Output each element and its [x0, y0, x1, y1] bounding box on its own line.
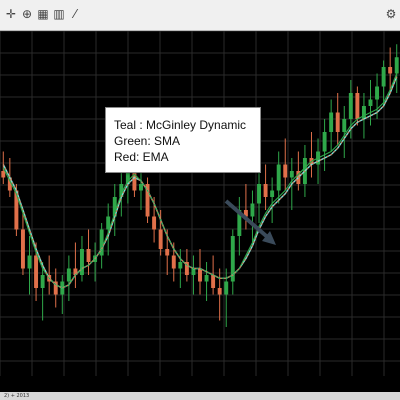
candle-body — [257, 184, 261, 204]
grid-lines — [0, 31, 400, 376]
candle-body — [198, 268, 202, 282]
candle-body — [381, 67, 386, 87]
price-chart[interactable] — [0, 31, 400, 376]
candle-body — [171, 255, 176, 269]
candle-body — [322, 132, 327, 152]
chart-toolbar: ✛ ⊕ ▦ ▥ ⁄ ⚙ — [0, 0, 400, 31]
candle-body — [335, 112, 340, 132]
grid-icon[interactable]: ▦ — [36, 7, 50, 21]
candle-body — [204, 275, 209, 282]
bars-icon[interactable]: ▥ — [52, 7, 66, 21]
candle-body — [355, 93, 360, 119]
candle-body — [34, 255, 39, 288]
candle-body — [211, 275, 216, 288]
annotation-line-3: Red: EMA — [114, 150, 169, 164]
candle-body — [224, 281, 229, 295]
candle-body — [394, 57, 399, 74]
candle-body — [270, 190, 275, 197]
candle-body — [263, 184, 268, 197]
candle-body — [40, 275, 45, 288]
line-icon[interactable]: ⁄ — [68, 7, 82, 21]
x-axis — [0, 376, 400, 392]
candles — [1, 44, 399, 327]
candle-body — [1, 171, 6, 178]
candle-body — [368, 99, 373, 106]
legend-annotation: Teal : McGinley Dynamic Green: SMA Red: … — [105, 107, 261, 173]
annotation-line-2: Green: SMA — [114, 134, 181, 148]
candle-body — [375, 86, 380, 100]
candle-body — [388, 67, 393, 74]
candle-body — [178, 262, 183, 269]
candle-body — [276, 164, 281, 191]
candle-body — [217, 288, 222, 295]
settings-icon[interactable]: ⚙ — [384, 7, 398, 21]
candle-body — [348, 93, 353, 119]
annotation-line-1: Teal : McGinley Dynamic — [114, 118, 247, 132]
candle-body — [191, 268, 196, 275]
candle-body — [80, 249, 84, 275]
candle-body — [283, 164, 288, 178]
zoom-icon[interactable]: ⊕ — [20, 7, 34, 21]
candle-body — [342, 119, 347, 132]
status-bar: 2) + 2013 — [0, 392, 400, 400]
candle-body — [20, 229, 25, 269]
candle-body — [27, 255, 32, 269]
candle-body — [158, 229, 163, 249]
candle-body — [289, 171, 294, 178]
candle-body — [250, 203, 255, 217]
status-text: 2) + 2013 — [4, 393, 30, 399]
candle-body — [86, 249, 91, 262]
candle-body — [329, 112, 334, 132]
candle-body — [66, 268, 71, 282]
candle-body — [139, 184, 143, 191]
crosshair-icon[interactable]: ✛ — [4, 7, 18, 21]
candle-body — [165, 249, 170, 256]
chart-svg — [0, 31, 400, 376]
candle-body — [152, 216, 157, 230]
